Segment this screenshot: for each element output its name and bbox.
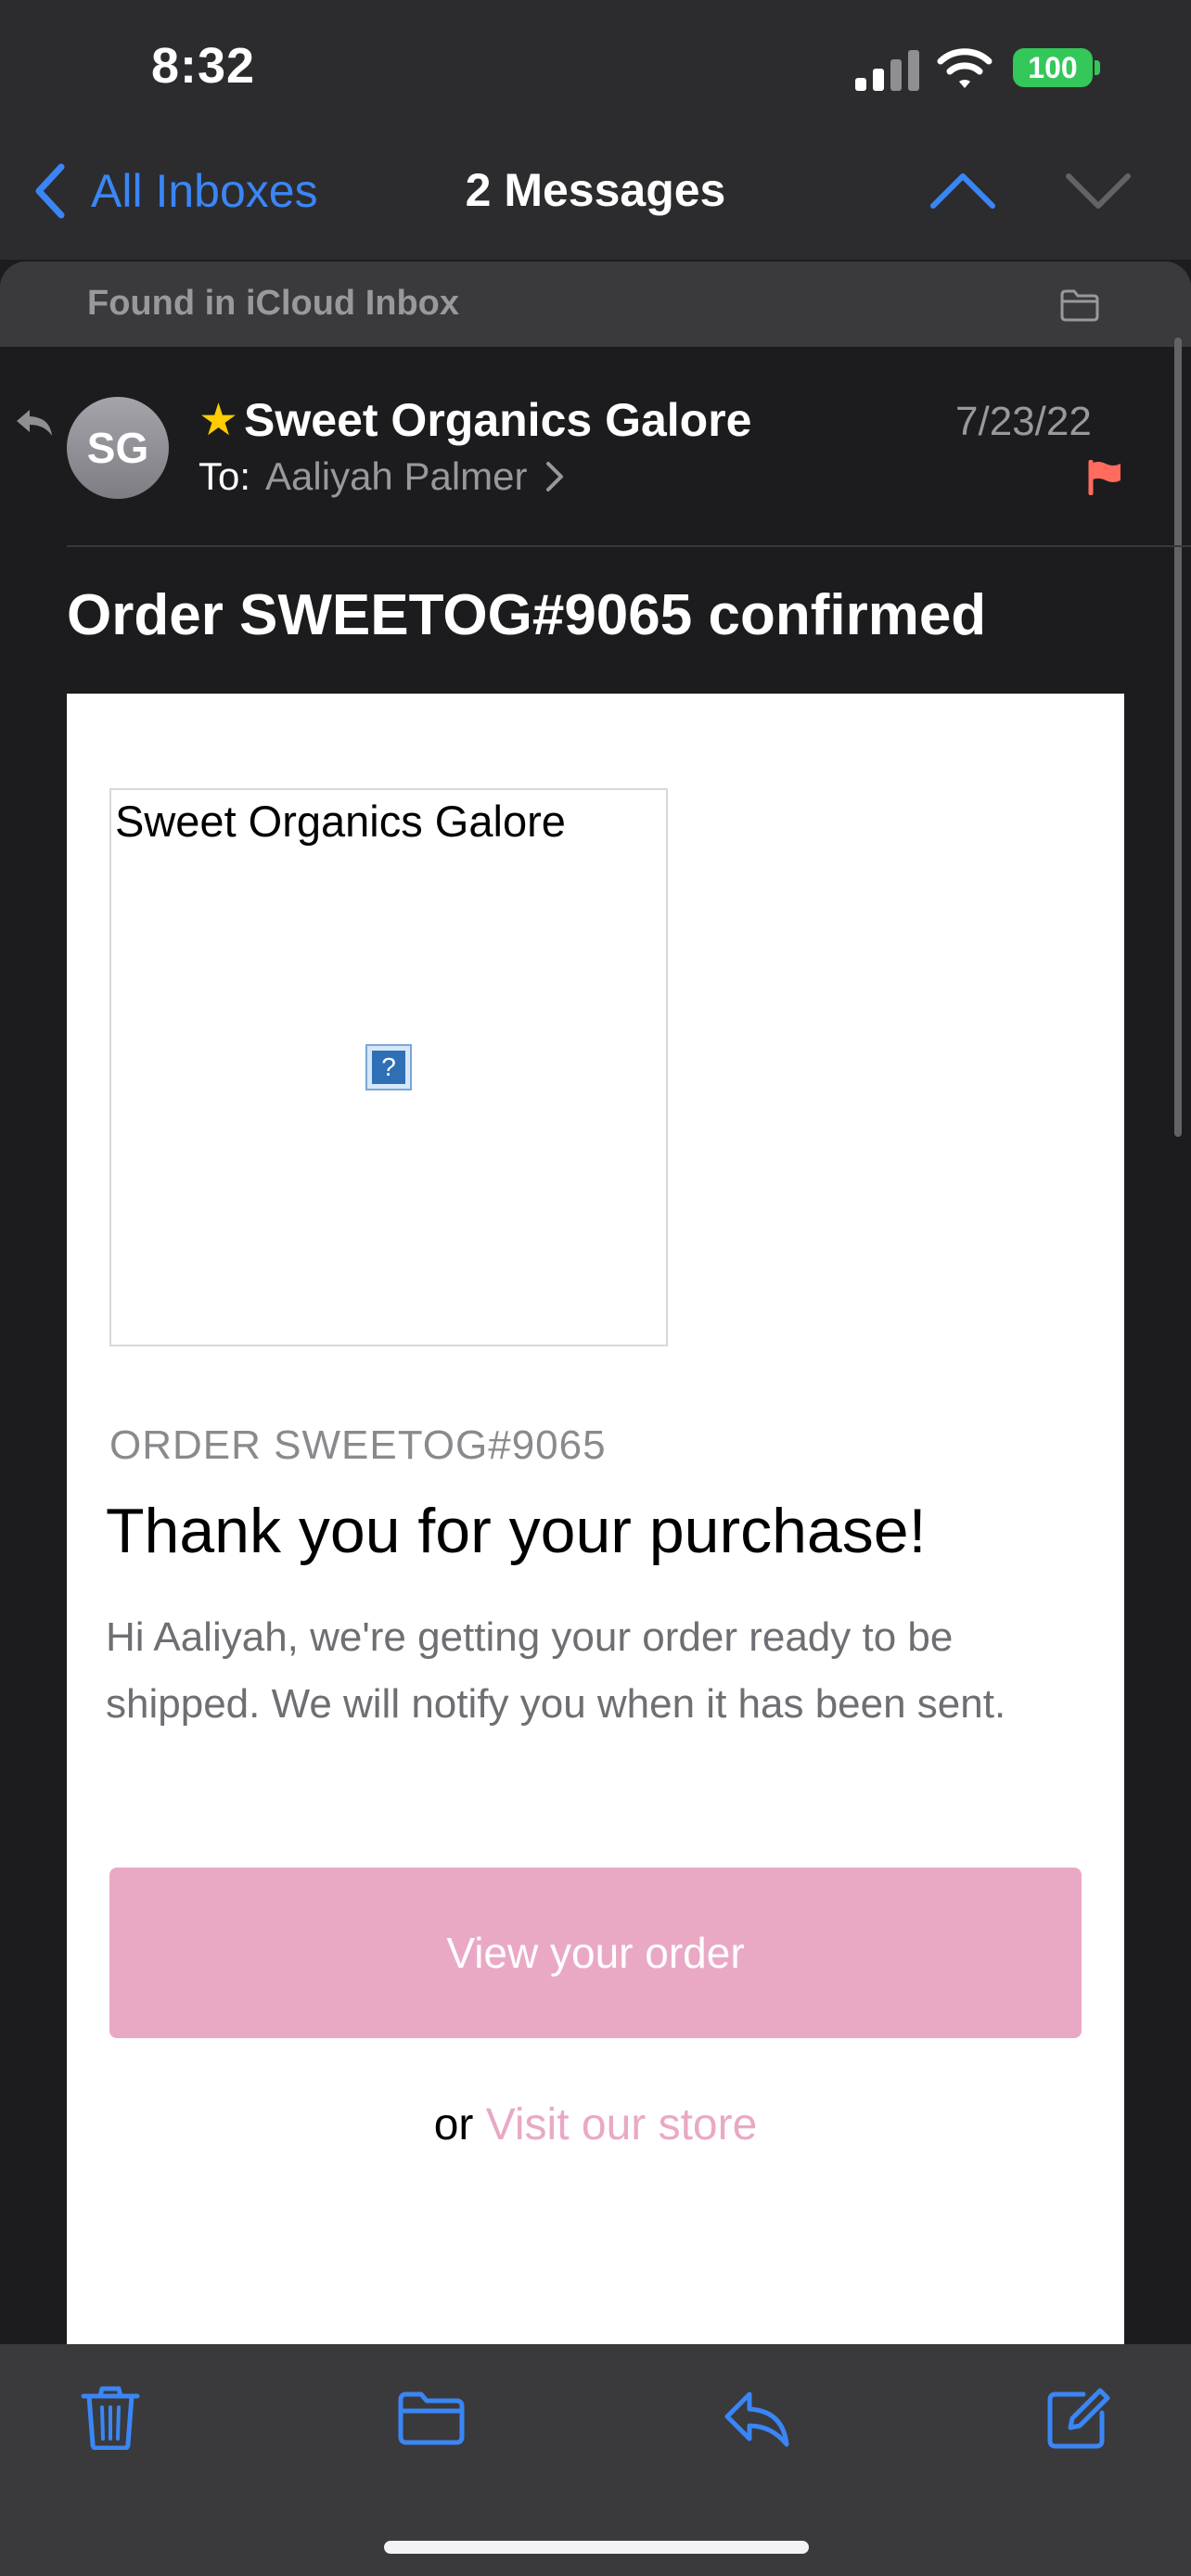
back-button-label: All Inboxes [91, 165, 318, 217]
previous-message-button[interactable] [928, 163, 998, 219]
trash-icon[interactable] [78, 2385, 143, 2450]
battery-icon: 100 [1013, 46, 1100, 91]
flag-icon [1088, 460, 1121, 495]
message-date: 7/23/22 [955, 399, 1092, 444]
compose-icon[interactable] [1046, 2385, 1111, 2450]
replied-icon [17, 410, 52, 436]
sender-row[interactable]: ★ Sweet Organics Galore [198, 393, 751, 447]
battery-level: 100 [1013, 48, 1093, 87]
battery-tip [1095, 60, 1100, 75]
star-icon: ★ [198, 396, 239, 445]
broken-image-glyph: ? [372, 1051, 405, 1084]
wifi-icon [937, 48, 992, 88]
view-order-button[interactable]: View your order [109, 1868, 1082, 2038]
logo-alt-text: Sweet Organics Galore [115, 797, 566, 846]
or-text: or [433, 2100, 474, 2149]
recipient-row[interactable]: To: Aaliyah Palmer [198, 454, 565, 499]
chevron-right-icon [545, 462, 563, 491]
reply-icon[interactable] [722, 2389, 790, 2448]
back-button[interactable]: All Inboxes [32, 154, 318, 228]
broken-image-icon: ? [365, 1044, 412, 1090]
found-in-label: Found in iCloud Inbox [87, 284, 460, 323]
chevron-left-icon [35, 163, 65, 219]
order-message: Hi Aaliyah, we're getting your order rea… [106, 1614, 1006, 1727]
message-subject: Order SWEETOG#9065 confirmed [67, 583, 987, 647]
nav-title: 2 Messages [465, 164, 726, 216]
chevron-up-icon [930, 173, 995, 209]
thank-you-heading: Thank you for your purchase! [106, 1496, 927, 1566]
visit-store-link[interactable]: Visit our store [486, 2100, 758, 2149]
recipient-name: Aaliyah Palmer [265, 454, 528, 498]
order-number-label: ORDER SWEETOG#9065 [109, 1422, 607, 1468]
next-message-button[interactable] [1063, 163, 1133, 219]
folder-icon[interactable] [1059, 287, 1100, 323]
avatar[interactable]: SG [67, 397, 169, 499]
to-label: To: [198, 454, 251, 498]
folder-icon[interactable] [397, 2389, 466, 2446]
status-time: 8:32 [151, 38, 256, 94]
store-link-row: or Visit our store [0, 2099, 1191, 2150]
cellular-signal-icon [855, 50, 919, 91]
home-indicator[interactable] [384, 2541, 809, 2554]
scrollbar[interactable] [1174, 338, 1182, 1137]
sender-name: Sweet Organics Galore [244, 394, 752, 446]
header-divider [67, 545, 1191, 547]
chevron-down-icon [1066, 173, 1131, 209]
